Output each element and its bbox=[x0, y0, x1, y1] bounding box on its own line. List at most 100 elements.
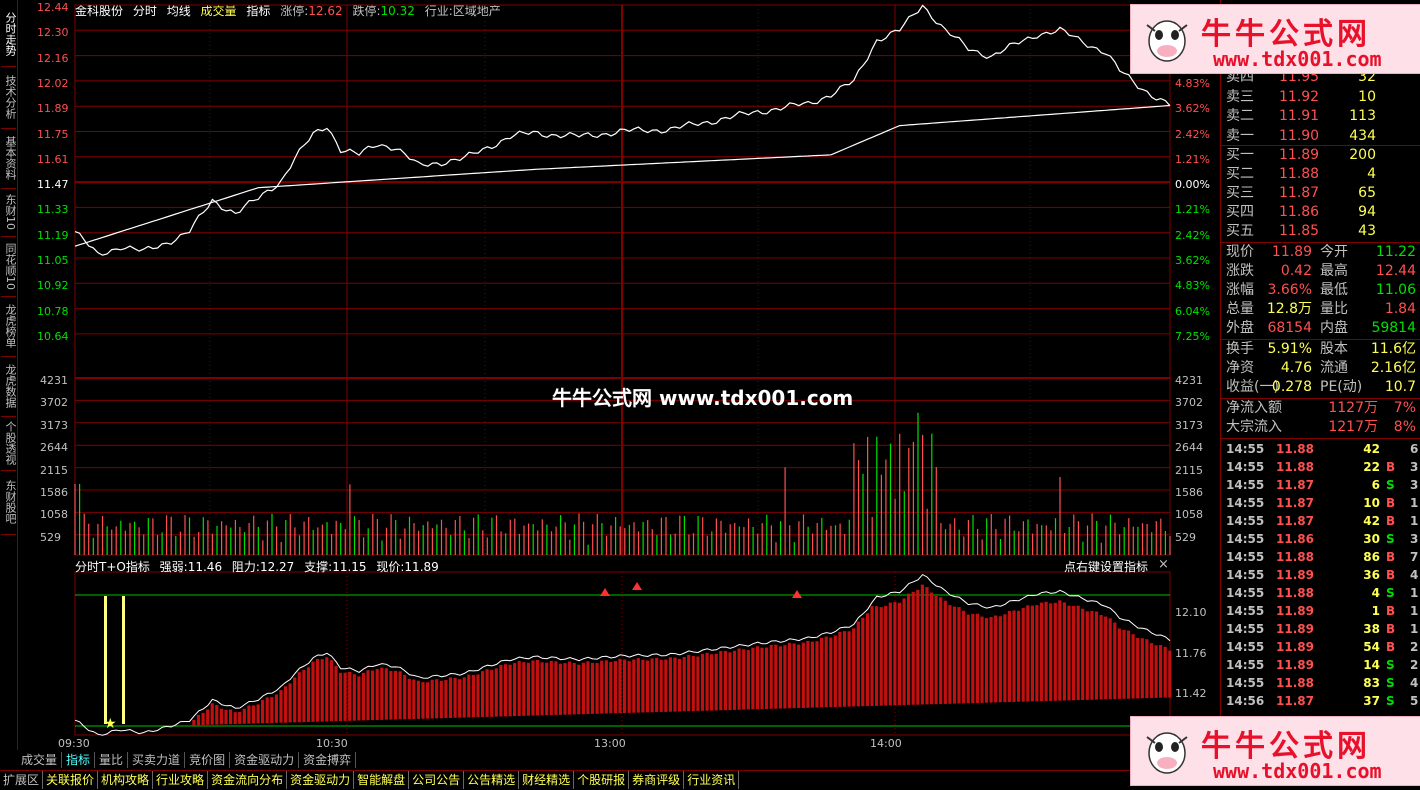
ext-tab-3[interactable]: 行业攻略 bbox=[153, 771, 209, 789]
tick-row: 14:55 11.88 4 S 1 bbox=[1224, 584, 1418, 602]
indicator-bar bbox=[1099, 615, 1103, 700]
indicator-title[interactable]: 分时T+O指标 bbox=[75, 560, 150, 574]
indicator-bar bbox=[485, 669, 489, 717]
logo-top-url: www.tdx001.com bbox=[1213, 47, 1382, 71]
indicator-bar bbox=[810, 641, 814, 708]
tick-row: 14:55 11.89 1 B 1 bbox=[1224, 602, 1418, 620]
indicator-settings-hint[interactable]: 点右键设置指标 bbox=[1064, 558, 1148, 575]
indicator-bar bbox=[577, 664, 581, 715]
tick-price: 11.88 bbox=[1276, 586, 1314, 600]
quote-label-2: 股本 bbox=[1320, 341, 1348, 357]
indicator-bar bbox=[920, 584, 924, 705]
time-tick: 09:30 bbox=[58, 737, 90, 750]
ext-tab-7[interactable]: 公司公告 bbox=[409, 771, 465, 789]
bottom-tab-0[interactable]: 成交量 bbox=[17, 752, 63, 768]
bottom-tab-4[interactable]: 竞价图 bbox=[185, 752, 231, 768]
quote-label-2: 流通 bbox=[1320, 360, 1348, 376]
indicator-bar bbox=[568, 661, 572, 715]
indicator-close-icon[interactable]: × bbox=[1158, 557, 1169, 572]
ext-tab-6[interactable]: 智能解盘 bbox=[354, 771, 410, 789]
indicator-bar bbox=[1076, 605, 1080, 701]
ext-tab-5[interactable]: 资金驱动力 bbox=[287, 771, 355, 789]
bottom-tab-6[interactable]: 资金搏弈 bbox=[299, 752, 357, 768]
buy-volume: 65 bbox=[1358, 185, 1376, 201]
ext-tab-4[interactable]: 资金流向分布 bbox=[208, 771, 288, 789]
indicator-bar bbox=[627, 661, 631, 713]
tick-time: 14:55 bbox=[1226, 442, 1265, 456]
indicator-bar bbox=[1067, 605, 1071, 701]
indicator-bar bbox=[192, 719, 196, 726]
order-book-sell-row[interactable]: 卖三 11.92 10 bbox=[1224, 88, 1416, 107]
ext-tab-2[interactable]: 机构攻略 bbox=[98, 771, 154, 789]
tick-direction: B bbox=[1386, 496, 1396, 510]
indicator-bar bbox=[462, 677, 466, 718]
buy-volume: 200 bbox=[1349, 147, 1376, 163]
ext-tab-0[interactable]: 扩展区 bbox=[0, 771, 44, 789]
indicator-bar bbox=[389, 671, 393, 720]
percent-tick-right: 1.21% bbox=[1175, 203, 1210, 217]
indicator-bar bbox=[1012, 610, 1016, 702]
order-book-sell-row[interactable]: 卖二 11.91 113 bbox=[1224, 107, 1416, 126]
volume-tick: 1586 bbox=[40, 486, 68, 499]
indicator-bar bbox=[196, 714, 201, 726]
indicator-bar bbox=[682, 657, 686, 712]
indicator-bar bbox=[293, 677, 297, 723]
bottom-tab-5[interactable]: 资金驱动力 bbox=[230, 752, 300, 768]
quote-label: 换手 bbox=[1226, 341, 1254, 357]
order-book-buy-row[interactable]: 买五 11.85 43 bbox=[1224, 222, 1416, 241]
tick-price: 11.88 bbox=[1276, 550, 1314, 564]
tick-price: 11.86 bbox=[1276, 532, 1314, 546]
sell-level-label: 卖一 bbox=[1226, 127, 1254, 144]
order-book-buy-row[interactable]: 买四 11.86 94 bbox=[1224, 203, 1416, 222]
cow-logo-icon bbox=[1146, 732, 1188, 774]
indicator-bar bbox=[430, 679, 434, 719]
indicator-bar bbox=[1163, 646, 1167, 698]
tick-volume: 86 bbox=[1363, 550, 1380, 564]
sell-arrow-icon bbox=[600, 588, 610, 596]
buy-volume: 94 bbox=[1358, 204, 1376, 220]
indicator-header: 分时T+O指标 强弱:11.46 阻力:12.27 支撑:11.15 现价:11… bbox=[75, 558, 439, 575]
order-book-buy-row[interactable]: 买一 11.89 200 bbox=[1224, 146, 1416, 165]
indicator-bar bbox=[861, 617, 865, 707]
flow-label: 大宗流入 bbox=[1226, 419, 1282, 435]
tick-time: 14:55 bbox=[1226, 568, 1265, 582]
indicator-bar bbox=[760, 647, 764, 710]
indicator-bar bbox=[1113, 622, 1117, 700]
tick-price: 11.89 bbox=[1276, 640, 1314, 654]
indicator-bar bbox=[554, 661, 558, 715]
buy-level-label: 买四 bbox=[1226, 204, 1254, 220]
logo-bottom-url: www.tdx001.com bbox=[1213, 759, 1382, 783]
indicator-bar bbox=[270, 697, 274, 723]
quote-value: 4.76 bbox=[1280, 360, 1312, 376]
ext-tab-1[interactable]: 关联报价 bbox=[43, 771, 99, 789]
ext-tab-10[interactable]: 个股研报 bbox=[574, 771, 630, 789]
percent-tick-right: 1.21% bbox=[1175, 152, 1210, 166]
indicator-bar bbox=[476, 674, 480, 718]
order-book-buy-row[interactable]: 买三 11.87 65 bbox=[1224, 184, 1416, 203]
volume-tick: 3173 bbox=[40, 418, 68, 432]
tick-time: 14:55 bbox=[1226, 676, 1265, 690]
ext-tab-12[interactable]: 行业资讯 bbox=[684, 771, 740, 789]
indicator-bar bbox=[1039, 602, 1044, 702]
tick-time: 14:56 bbox=[1226, 694, 1265, 708]
bottom-tab-2[interactable]: 量比 bbox=[95, 752, 129, 768]
indicator-bar bbox=[820, 637, 824, 708]
ext-tab-11[interactable]: 券商评级 bbox=[629, 771, 685, 789]
tick-time: 14:55 bbox=[1226, 460, 1265, 474]
tick-price: 11.89 bbox=[1276, 658, 1314, 672]
order-book-buy-row[interactable]: 买二 11.88 4 bbox=[1224, 165, 1416, 184]
tick-row: 14:55 11.89 38 B 1 bbox=[1224, 620, 1418, 638]
intraday-chart[interactable]: ★ bbox=[0, 0, 1220, 752]
sell-price: 11.90 bbox=[1279, 127, 1320, 144]
indicator-bar bbox=[261, 700, 265, 724]
order-book-sell-row[interactable]: 卖一 11.90 434 bbox=[1224, 127, 1416, 146]
bottom-tab-1[interactable]: 指标 bbox=[62, 752, 96, 768]
bottom-tab-3[interactable]: 买卖力道 bbox=[128, 752, 186, 768]
volume-tick: 529 bbox=[40, 530, 61, 544]
tick-time: 14:55 bbox=[1226, 640, 1265, 654]
tick-volume: 4 bbox=[1371, 586, 1380, 600]
ext-tab-9[interactable]: 财经精选 bbox=[519, 771, 575, 789]
ext-tab-8[interactable]: 公告精选 bbox=[464, 771, 520, 789]
tick-row: 14:55 11.88 83 S 4 bbox=[1224, 674, 1418, 692]
signal-bar bbox=[122, 596, 125, 724]
